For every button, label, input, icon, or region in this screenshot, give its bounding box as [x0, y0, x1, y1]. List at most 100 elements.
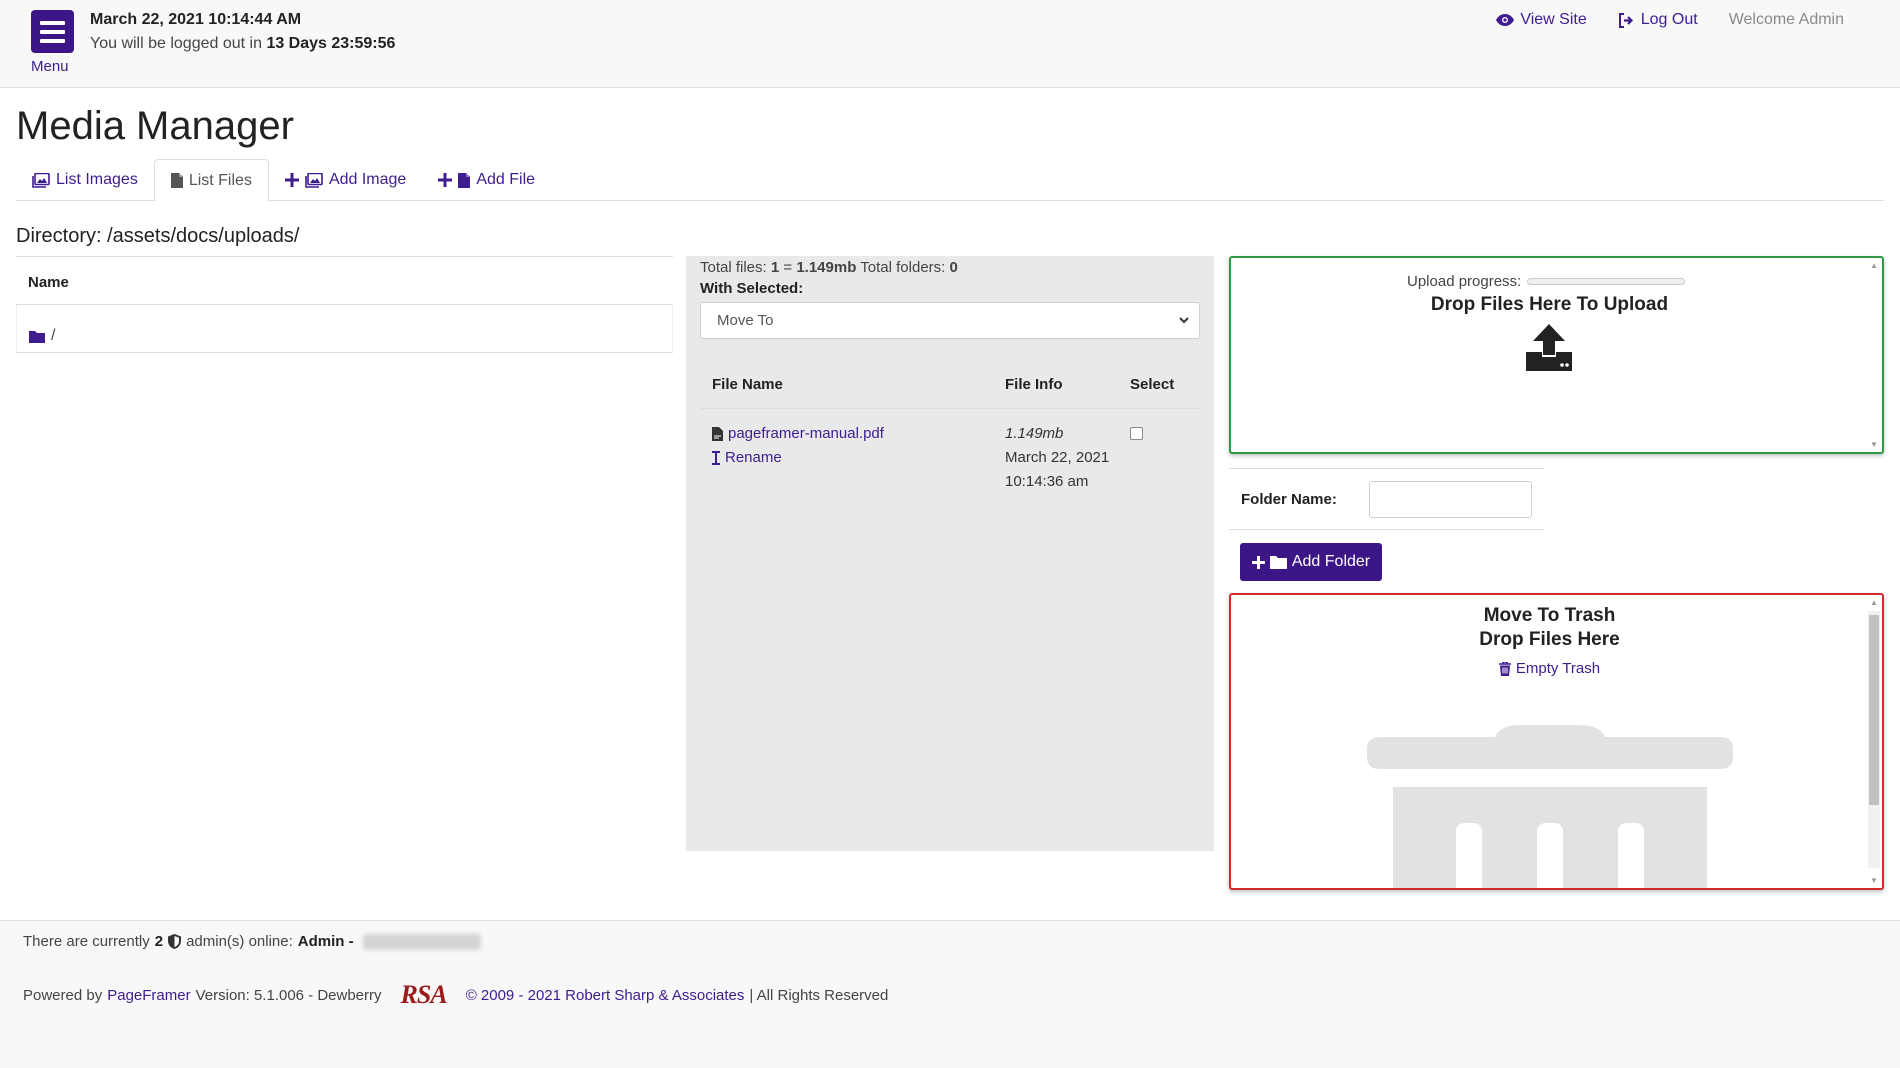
move-to-value: Move To — [717, 312, 774, 329]
file-name: pageframer-manual.pdf — [728, 425, 884, 442]
view-site-label: View Site — [1520, 11, 1587, 28]
tab-list-files-label: List Files — [188, 171, 252, 189]
trash-scrollbar-thumb[interactable] — [1869, 615, 1879, 805]
col-file-name: File Name — [712, 376, 783, 393]
add-folder-label: Add Folder — [1291, 553, 1371, 570]
top-right-nav: View Site Log Out Welcome Admin — [1496, 11, 1844, 29]
tab-bar: List Images List Files Add Image Add Fil… — [16, 159, 1884, 202]
folder-name: / — [51, 327, 56, 344]
version-text: Version: 5.1.006 - Dewberry — [195, 986, 382, 1004]
admins-online: There are currently 2 admin(s) online: A… — [23, 933, 481, 950]
upload-drop-zone[interactable]: Upload progress: Drop Files Here To Uplo… — [1229, 256, 1884, 454]
images-icon — [305, 172, 323, 188]
online-suffix: admin(s) online: — [186, 933, 293, 950]
view-site-link[interactable]: View Site — [1496, 11, 1587, 29]
trash-title: Move To Trash Drop Files Here — [1231, 604, 1868, 652]
folder-row[interactable]: / — [16, 305, 673, 353]
folder-name-input[interactable] — [1369, 480, 1532, 518]
tab-add-file-label: Add File — [476, 171, 536, 188]
empty-trash-link[interactable]: Empty Trash — [1231, 660, 1868, 677]
col-select: Select — [1130, 376, 1175, 393]
powered-by: Powered by PageFramer Version: 5.1.006 -… — [23, 980, 888, 1010]
rights-text: | All Rights Reserved — [749, 986, 889, 1004]
upload-title: Drop Files Here To Upload — [1430, 294, 1669, 315]
copyright-link[interactable]: © 2009 - 2021 Robert Sharp & Associates — [466, 987, 745, 1004]
table-row: pageframer-manual.pdf Rename 1.149mb Mar… — [700, 409, 1200, 494]
file-icon — [170, 173, 183, 188]
page-title: Media Manager — [16, 104, 294, 148]
plus-icon — [438, 173, 453, 187]
col-file-info: File Info — [1005, 376, 1063, 393]
directory-path: Directory: /assets/docs/uploads/ — [16, 225, 300, 247]
with-selected-label: With Selected: — [700, 280, 804, 297]
rename-link[interactable]: Rename — [712, 446, 1005, 470]
total-folders-count: 0 — [949, 259, 958, 276]
trash-title-line2: Drop Files Here — [1479, 629, 1620, 650]
folder-list: Name / — [16, 256, 673, 353]
total-size: 1.149mb — [796, 259, 857, 276]
rename-label: Rename — [725, 449, 782, 466]
trash-drop-zone[interactable]: Move To Trash Drop Files Here Empty Tras… — [1229, 593, 1884, 890]
footer: There are currently 2 admin(s) online: A… — [0, 920, 1900, 1068]
folder-icon — [1269, 556, 1287, 569]
tab-add-image[interactable]: Add Image — [269, 159, 422, 201]
logout-remaining: 13 Days 23:59:56 — [266, 35, 396, 52]
move-to-select[interactable]: Move To — [700, 302, 1200, 339]
shield-icon — [168, 934, 182, 949]
file-select-checkbox[interactable] — [1130, 427, 1143, 440]
file-panel: Total files: 1 = 1.149mb Total folders: … — [686, 256, 1214, 851]
menu-label[interactable]: Menu — [31, 58, 69, 75]
upload-progress-bar — [1527, 278, 1686, 285]
current-datetime: March 22, 2021 10:14:44 AM — [90, 11, 302, 28]
file-table: File Name File Info Select pageframer-ma… — [700, 361, 1200, 494]
scroll-down-icon[interactable]: ▼ — [1868, 876, 1880, 885]
top-bar: Menu March 22, 2021 10:14:44 AM You will… — [0, 0, 1900, 88]
total-folders-label: Total folders: — [860, 259, 946, 276]
tab-list-images[interactable]: List Images — [16, 159, 154, 201]
pageframer-link[interactable]: PageFramer — [107, 987, 190, 1004]
tab-list-files[interactable]: List Files — [153, 159, 269, 202]
folder-icon — [29, 330, 45, 343]
eye-icon — [1496, 14, 1515, 26]
online-prefix: There are currently — [23, 933, 150, 950]
scroll-up-icon[interactable]: ▲ — [1868, 261, 1880, 270]
powered-by-label: Powered by — [23, 986, 103, 1004]
trash-title-line1: Move To Trash — [1483, 605, 1616, 626]
chevron-down-icon — [1179, 317, 1189, 324]
rsa-logo: RSA — [400, 980, 448, 1009]
empty-trash-label: Empty Trash — [1515, 660, 1601, 677]
file-date: March 22, 2021 10:14:36 am — [1005, 449, 1110, 490]
total-files-label: Total files: — [700, 259, 767, 276]
online-count: 2 — [154, 933, 164, 950]
folder-form: Folder Name: — [1229, 468, 1544, 530]
folder-name-label: Folder Name: — [1241, 490, 1337, 508]
redacted-admin-name — [362, 933, 481, 950]
welcome-text: Welcome Admin — [1728, 11, 1844, 28]
plus-icon — [284, 173, 299, 187]
logout-prefix: You will be logged out in — [90, 35, 262, 52]
online-admin: Admin - — [297, 933, 354, 950]
file-size: 1.149mb — [1005, 425, 1064, 442]
log-out-label: Log Out — [1640, 11, 1698, 28]
trash-icon — [1498, 661, 1511, 676]
tab-list-images-label: List Images — [56, 171, 138, 188]
file-icon — [458, 172, 471, 188]
file-link[interactable]: pageframer-manual.pdf — [712, 422, 1005, 446]
sign-out-icon — [1618, 12, 1633, 28]
text-cursor-icon — [712, 451, 720, 465]
file-table-header: File Name File Info Select — [700, 361, 1200, 409]
tab-add-file[interactable]: Add File — [422, 159, 551, 201]
log-out-link[interactable]: Log Out — [1618, 11, 1698, 29]
file-totals: Total files: 1 = 1.149mb Total folders: … — [700, 259, 1200, 276]
scroll-up-icon[interactable]: ▲ — [1868, 598, 1880, 607]
trash-watermark-icon — [1367, 725, 1733, 888]
plus-icon — [1251, 555, 1265, 569]
pdf-file-icon — [712, 427, 723, 441]
images-icon — [32, 172, 50, 188]
upload-icon — [1526, 324, 1572, 371]
scroll-down-icon[interactable]: ▼ — [1868, 440, 1880, 449]
equals-sign: = — [783, 259, 793, 276]
add-folder-button[interactable]: Add Folder — [1240, 543, 1382, 581]
folder-list-header: Name — [16, 256, 673, 305]
menu-button[interactable] — [31, 10, 74, 53]
